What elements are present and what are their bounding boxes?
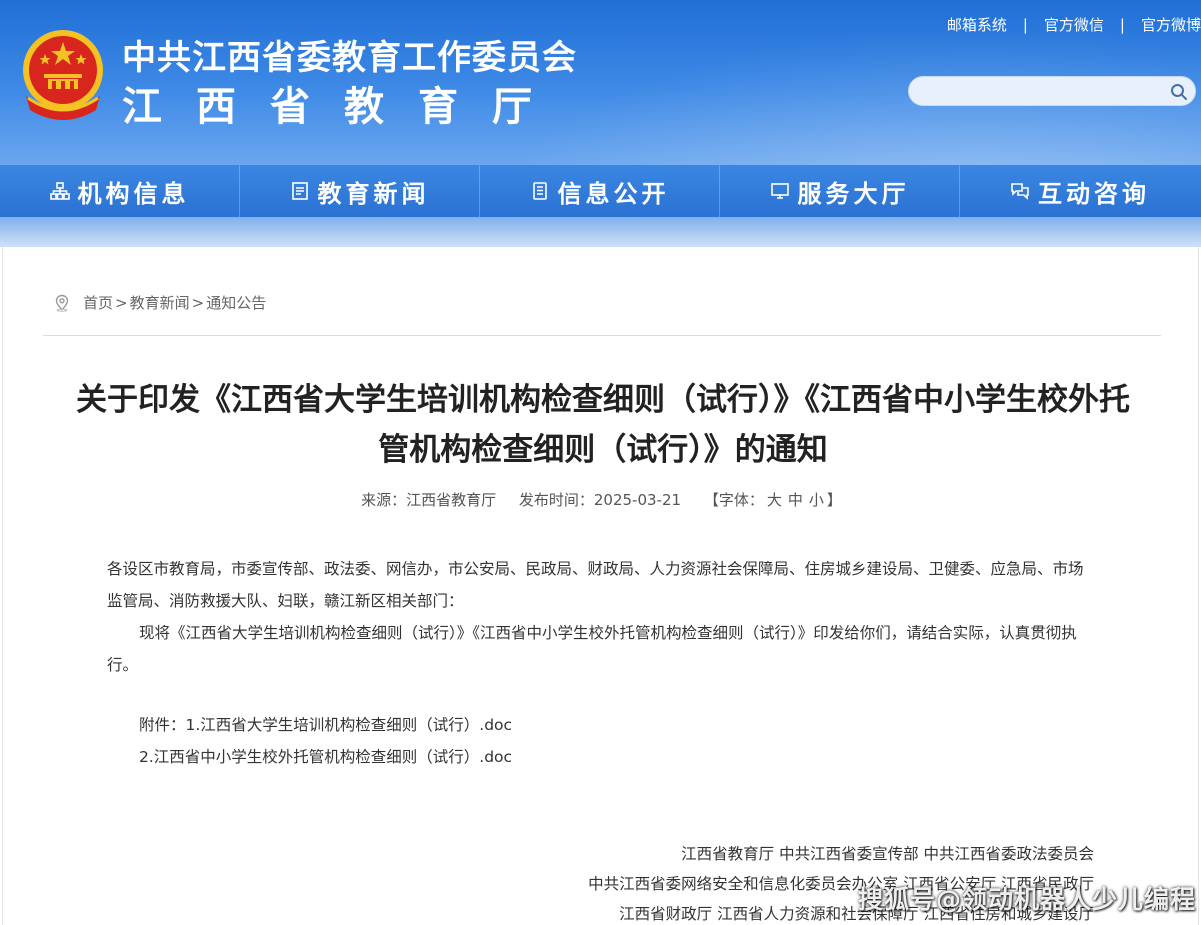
location-pin-icon [55,294,69,312]
article-body: 各设区市教育局，市委宣传部、政法委、网信办，市公安局、民政局、财政局、人力资源社… [107,553,1097,681]
nav-item-education-news[interactable]: 教育新闻 [240,165,480,217]
article-container: 首页 > 教育新闻 > 通知公告 关于印发《江西省大学生培训机构检查细则（试行）… [2,247,1199,925]
link-separator: | [1119,15,1125,34]
site-title-line2: 江西省教育厅 [122,83,566,130]
font-size-medium[interactable]: 中 [788,491,803,509]
main-nav: 机构信息 教育新闻 信息公开 服务大厅 互动咨询 [0,165,1201,217]
national-emblem-icon[interactable] [18,26,108,122]
nav-item-label: 教育新闻 [317,179,430,208]
font-size-suffix: 】 [826,491,842,509]
nav-item-label: 信息公开 [557,179,670,208]
font-size-large[interactable]: 大 [767,491,782,509]
monitor-icon [770,183,789,199]
attachments: 附件：1.江西省大学生培训机构检查细则（试行）.doc 2.江西省中小学生校外托… [139,709,512,773]
nav-item-label: 服务大厅 [797,179,910,208]
attachment-link-2[interactable]: 2.江西省中小学生校外托管机构检查细则（试行）.doc [139,748,512,766]
nav-item-label: 互动咨询 [1038,179,1150,208]
chat-bubbles-icon [1011,183,1029,200]
nav-item-label: 机构信息 [77,179,190,208]
font-size-prefix: 【字体： [703,491,764,509]
top-links: 邮箱系统 | 官方微信 | 官方微博 [947,14,1201,35]
font-size-small[interactable]: 小 [809,491,824,509]
org-chart-icon [49,182,70,200]
wechat-link[interactable]: 官方微信 [1044,14,1104,35]
weibo-link[interactable]: 官方微博 [1141,14,1201,35]
nav-item-org-info[interactable]: 机构信息 [0,165,240,217]
document-icon [291,182,308,200]
watermark: 搜狐号@领动机器人少儿编程 [858,885,1197,914]
article-date: 发布时间：2025-03-21 [518,491,682,509]
nav-item-consultation[interactable]: 互动咨询 [960,165,1200,217]
file-list-icon [532,182,547,200]
site-title-line1: 中共江西省委教育工作委员会 [122,38,577,78]
nav-underlay [0,217,1201,247]
search-input[interactable] [923,81,1163,101]
link-separator: | [1022,15,1028,34]
breadcrumb-education-news[interactable]: 教育新闻 [130,292,190,313]
mail-system-link[interactable]: 邮箱系统 [947,14,1007,35]
signer-line: 江西省教育厅 中共江西省委宣传部 中共江西省委政法委员会 [681,845,1094,863]
site-header: 中共江西省委教育工作委员会 江西省教育厅 邮箱系统 | 官方微信 | 官方微博 [0,0,1201,165]
nav-item-info-disclosure[interactable]: 信息公开 [480,165,720,217]
article-recipients: 各设区市教育局，市委宣传部、政法委、网信办，市公安局、民政局、财政局、人力资源社… [107,560,1084,610]
search-box [908,76,1196,106]
article-meta: 来源：江西省教育厅 发布时间：2025-03-21 【字体：大中小】 [3,489,1200,510]
font-size-controls: 【字体：大中小】 [704,491,842,509]
search-icon[interactable] [1169,82,1189,102]
article-paragraph: 现将《江西省大学生培训机构检查细则（试行）》《江西省中小学生校外托管机构检查细则… [107,624,1077,674]
nav-item-service-hall[interactable]: 服务大厅 [720,165,960,217]
breadcrumb-notices[interactable]: 通知公告 [206,292,266,313]
attachment-link-1[interactable]: 附件：1.江西省大学生培训机构检查细则（试行）.doc [139,716,512,734]
article-title: 关于印发《江西省大学生培训机构检查细则（试行）》《江西省中小学生校外托管机构检查… [76,382,1130,468]
breadcrumb: 首页 > 教育新闻 > 通知公告 [53,292,266,313]
breadcrumb-separator: > [191,293,205,312]
breadcrumb-divider [43,335,1161,336]
breadcrumb-separator: > [115,293,128,312]
breadcrumb-home[interactable]: 首页 [83,292,113,313]
article-source: 来源：江西省教育厅 [361,491,497,509]
